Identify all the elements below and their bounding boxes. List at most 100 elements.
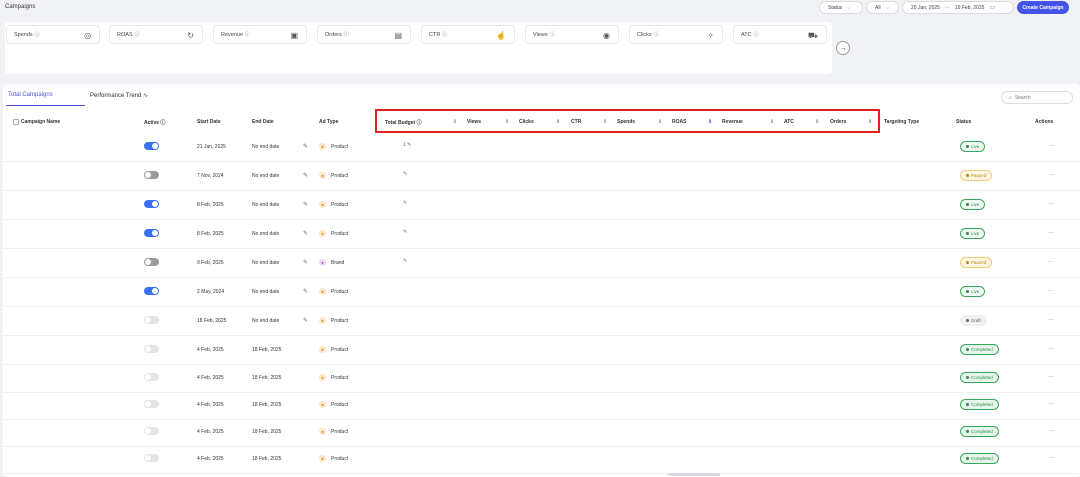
status-badge: Paused xyxy=(960,257,993,268)
tab-total-campaigns[interactable]: Total Campaigns xyxy=(8,92,53,98)
table-row[interactable]: 4 Feb, 2025 18 Feb, 2025 ● Product Compl… xyxy=(3,364,1080,393)
active-toggle[interactable] xyxy=(144,373,159,381)
info-icon: ⓘ xyxy=(753,32,759,38)
active-toggle[interactable] xyxy=(144,258,159,266)
product-icon: ● xyxy=(319,374,326,381)
product-icon: ● xyxy=(319,201,326,208)
active-toggle[interactable] xyxy=(144,345,159,353)
metrics-next-button[interactable]: → xyxy=(836,41,850,55)
active-toggle[interactable] xyxy=(144,287,159,295)
table-row[interactable]: 4 Feb, 2025 18 Feb, 2025 ● Product Compl… xyxy=(3,445,1080,474)
metric-card-atc[interactable]: ATC ⓘ ⛟ xyxy=(733,25,827,44)
more-actions-icon[interactable]: ··· xyxy=(1048,288,1054,294)
chevron-down-icon: ⌵ xyxy=(847,4,851,11)
more-actions-icon[interactable]: ··· xyxy=(1048,172,1054,178)
page-title: Campaigns xyxy=(5,4,36,10)
edit-pencil-icon[interactable]: ✎ xyxy=(303,172,308,179)
table-row[interactable]: 21 Jan, 2025 No end date ✎ ● Product 1 ✎… xyxy=(3,133,1080,162)
date-separator: — xyxy=(944,4,950,11)
table-row[interactable]: 7 Nov, 2024 No end date ✎ ● Product ✎ Pa… xyxy=(3,162,1080,191)
budget-value[interactable]: ✎ xyxy=(403,258,407,264)
table-row[interactable]: 4 Feb, 2025 18 Feb, 2025 ● Product Compl… xyxy=(3,418,1080,447)
active-toggle[interactable] xyxy=(144,454,159,462)
table-row[interactable]: 18 Feb, 2025 No end date ✎ ● Product Dra… xyxy=(3,307,1080,336)
product-icon: ● xyxy=(319,346,326,353)
more-actions-icon[interactable]: ··· xyxy=(1048,374,1054,380)
date-range-picker[interactable]: 20 Jan, 2025 — 19 Feb, 2025 ▭ xyxy=(902,1,1014,14)
active-toggle[interactable] xyxy=(144,200,159,208)
budget-value[interactable]: 1 ✎ xyxy=(403,142,411,148)
edit-pencil-icon[interactable]: ✎ xyxy=(303,201,308,208)
status-badge: Live xyxy=(960,141,986,152)
search-placeholder: Search xyxy=(1014,94,1031,101)
create-campaign-button[interactable]: Create Campaign xyxy=(1017,1,1069,14)
edit-pencil-icon[interactable]: ✎ xyxy=(303,288,308,295)
highlighted-metric-columns xyxy=(375,109,880,133)
col-end-date[interactable]: End Date xyxy=(252,119,274,125)
table-row[interactable]: 2 May, 2024 No end date ✎ ● Product Live… xyxy=(3,278,1080,307)
col-ad-type[interactable]: Ad Type xyxy=(319,119,338,125)
active-toggle[interactable] xyxy=(144,400,159,408)
col-targeting-type[interactable]: Targeting Type xyxy=(884,119,919,125)
status-badge: Draft xyxy=(960,315,987,326)
table-row[interactable]: 9 Feb, 2025 No end date ✎ ● Brand ✎ Paus… xyxy=(3,249,1080,278)
edit-pencil-icon[interactable]: ✎ xyxy=(303,259,308,266)
tab-performance-trend[interactable]: Performance Trend ∿ xyxy=(90,92,148,99)
edit-pencil-icon[interactable]: ✎ xyxy=(303,230,308,237)
table-row[interactable]: 8 Feb, 2025 No end date ✎ ● Product ✎ Li… xyxy=(3,220,1080,249)
status-filter[interactable]: Status ⌵ xyxy=(819,1,863,14)
edit-pencil-icon[interactable]: ✎ xyxy=(303,143,308,150)
status-badge: Completed xyxy=(960,372,999,383)
search-input[interactable]: ⌕ Search xyxy=(1001,91,1073,104)
more-actions-icon[interactable]: ··· xyxy=(1048,401,1054,407)
more-actions-icon[interactable]: ··· xyxy=(1048,230,1054,236)
metric-card-roas[interactable]: ROAS ⓘ ↻ xyxy=(109,25,203,44)
budget-value[interactable]: ✎ xyxy=(403,200,407,206)
status-badge: Completed xyxy=(960,426,999,437)
active-toggle[interactable] xyxy=(144,316,159,324)
col-active[interactable]: Active ⓘ xyxy=(144,119,165,126)
coins-icon: ◎ xyxy=(84,31,91,40)
table-row[interactable]: 4 Feb, 2025 18 Feb, 2025 ● Product Compl… xyxy=(3,336,1080,365)
budget-value[interactable]: ✎ xyxy=(403,171,407,177)
col-start-date[interactable]: Start Date xyxy=(197,119,221,125)
budget-value[interactable]: ✎ xyxy=(403,229,407,235)
active-toggle[interactable] xyxy=(144,171,159,179)
table-row[interactable]: 8 Feb, 2025 No end date ✎ ● Product ✎ Li… xyxy=(3,191,1080,220)
metric-card-ctr[interactable]: CTR ⓘ ☝ xyxy=(421,25,515,44)
table-row[interactable]: 4 Feb, 2025 18 Feb, 2025 ● Product Compl… xyxy=(3,391,1080,420)
product-icon: ● xyxy=(319,143,326,150)
product-icon: ● xyxy=(319,172,326,179)
more-actions-icon[interactable]: ··· xyxy=(1048,428,1054,434)
info-icon: ⓘ xyxy=(549,32,555,38)
gauge-icon: ↻ xyxy=(187,31,194,40)
metric-card-orders[interactable]: Orders ⓘ ▤ xyxy=(317,25,411,44)
metric-card-views[interactable]: Views ⓘ ◉ xyxy=(525,25,619,44)
metric-card-spends[interactable]: Spends ⓘ ◎ xyxy=(6,25,100,44)
more-actions-icon[interactable]: ··· xyxy=(1048,259,1054,265)
status-badge: Completed xyxy=(960,453,999,464)
more-actions-icon[interactable]: ··· xyxy=(1048,143,1054,149)
horizontal-scrollbar[interactable] xyxy=(668,473,720,476)
search-icon: ⌕ xyxy=(1009,94,1012,101)
status-badge: Live xyxy=(960,286,986,297)
all-filter[interactable]: All ⌵ xyxy=(866,1,899,14)
active-toggle[interactable] xyxy=(144,229,159,237)
col-status[interactable]: Status xyxy=(956,119,971,125)
more-actions-icon[interactable]: ··· xyxy=(1048,455,1054,461)
info-icon: ⓘ xyxy=(245,32,251,38)
active-toggle[interactable] xyxy=(144,142,159,150)
col-campaign-name[interactable]: Campaign Name xyxy=(21,119,60,125)
metric-card-revenue[interactable]: Revenue ⓘ ▣ xyxy=(213,25,307,44)
metric-card-clicks[interactable]: Clicks ⓘ ✧ xyxy=(629,25,723,44)
more-actions-icon[interactable]: ··· xyxy=(1048,317,1054,323)
info-icon: ⓘ xyxy=(159,120,166,126)
active-toggle[interactable] xyxy=(144,427,159,435)
more-actions-icon[interactable]: ··· xyxy=(1048,346,1054,352)
edit-pencil-icon[interactable]: ✎ xyxy=(303,317,308,324)
calendar-icon: ▭ xyxy=(989,5,996,11)
top-bar: Campaigns Status ⌵ All ⌵ 20 Jan, 2025 — 19… xyxy=(0,0,1080,16)
select-all-checkbox[interactable] xyxy=(13,119,19,125)
more-actions-icon[interactable]: ··· xyxy=(1048,201,1054,207)
date-from: 20 Jan, 2025 xyxy=(911,4,940,11)
